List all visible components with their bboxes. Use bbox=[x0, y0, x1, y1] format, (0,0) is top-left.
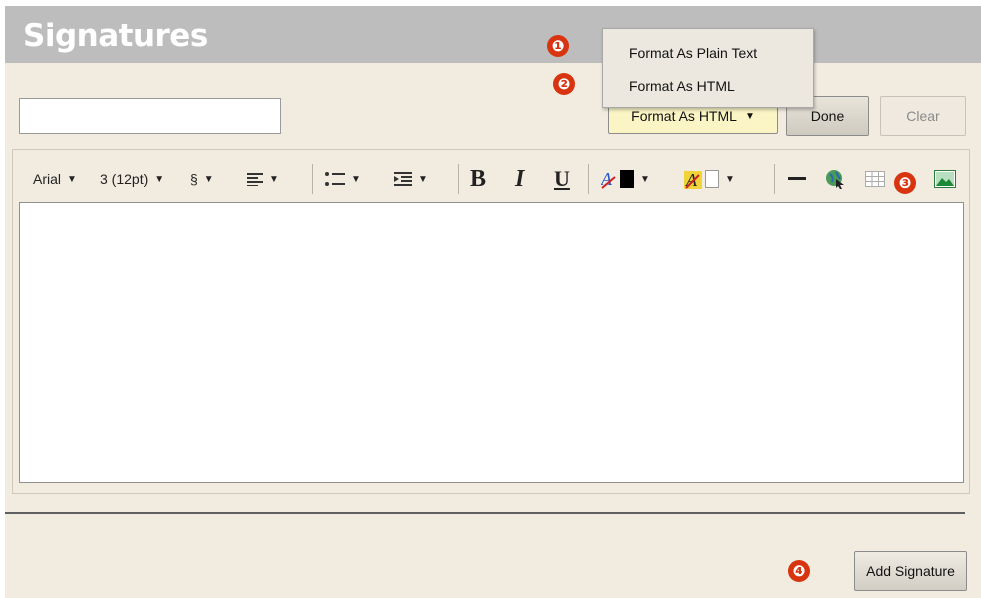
title-bar: Signatures bbox=[5, 6, 981, 63]
bold-button[interactable]: B bbox=[470, 160, 486, 198]
alignment-select[interactable]: ▼ bbox=[247, 160, 279, 198]
font-size-label: 3 (12pt) bbox=[100, 171, 149, 187]
insert-table-icon bbox=[865, 171, 885, 187]
highlight-color-swatch bbox=[705, 170, 719, 188]
underline-button[interactable]: U bbox=[554, 160, 570, 198]
font-family-label: Arial bbox=[33, 171, 62, 187]
divider bbox=[5, 512, 965, 514]
italic-button[interactable]: I bbox=[515, 160, 524, 198]
text-color-swatch bbox=[620, 170, 634, 188]
menu-item-plain-text[interactable]: Format As Plain Text bbox=[629, 45, 757, 61]
formatting-toolbar: Arial ▼ 3 (12pt) ▼ § ▼ ▼ ▼ ▼ B I U A ▼ A… bbox=[20, 160, 970, 198]
menu-item-html[interactable]: Format As HTML bbox=[629, 78, 735, 94]
caret-down-icon: ▼ bbox=[640, 173, 650, 185]
bullet-list-icon bbox=[325, 172, 345, 186]
toolbar-separator bbox=[588, 164, 589, 194]
caret-down-icon: ▼ bbox=[154, 173, 165, 185]
font-family-select[interactable]: Arial ▼ bbox=[33, 160, 77, 198]
toolbar-separator bbox=[774, 164, 775, 194]
indent-icon bbox=[394, 172, 412, 186]
text-color-select[interactable]: A ▼ bbox=[601, 160, 650, 198]
caret-down-icon: ▼ bbox=[725, 173, 735, 185]
insert-link-icon bbox=[826, 170, 844, 189]
signature-editor[interactable] bbox=[19, 202, 964, 483]
toolbar-separator bbox=[312, 164, 313, 194]
format-button-label: Format As HTML bbox=[631, 108, 737, 124]
indent-select[interactable]: ▼ bbox=[394, 160, 428, 198]
font-size-select[interactable]: 3 (12pt) ▼ bbox=[100, 160, 164, 198]
caret-down-icon: ▼ bbox=[418, 173, 428, 185]
horizontal-rule-button[interactable] bbox=[788, 160, 806, 198]
insert-table-button[interactable] bbox=[865, 160, 885, 198]
callout-marker-1: ❶ bbox=[547, 35, 569, 57]
add-signature-button[interactable]: Add Signature bbox=[854, 551, 967, 591]
signature-name-input[interactable] bbox=[19, 98, 281, 134]
insert-image-icon bbox=[934, 170, 956, 188]
toolbar-separator bbox=[458, 164, 459, 194]
clear-button[interactable]: Clear bbox=[880, 96, 966, 136]
list-select[interactable]: ▼ bbox=[325, 160, 361, 198]
callout-marker-2: ❷ bbox=[553, 73, 575, 95]
caret-down-icon: ▼ bbox=[203, 173, 214, 185]
callout-marker-3: ❸ bbox=[894, 172, 916, 194]
align-left-icon bbox=[247, 173, 263, 186]
highlight-color-select[interactable]: A ▼ bbox=[684, 160, 735, 198]
insert-link-button[interactable] bbox=[825, 160, 845, 198]
caret-down-icon: ▼ bbox=[67, 173, 77, 185]
horizontal-rule-icon bbox=[788, 177, 806, 180]
paragraph-style-label: § bbox=[190, 171, 198, 187]
insert-image-button[interactable] bbox=[934, 160, 956, 198]
highlight-color-icon: A bbox=[684, 170, 702, 189]
format-menu: Format As Plain Text Format As HTML bbox=[602, 28, 814, 108]
panel-title: Signatures bbox=[23, 18, 208, 54]
caret-down-icon: ▼ bbox=[351, 173, 361, 185]
caret-down-icon: ▼ bbox=[744, 110, 755, 122]
callout-marker-4: ❹ bbox=[788, 560, 810, 582]
paragraph-style-select[interactable]: § ▼ bbox=[190, 160, 214, 198]
caret-down-icon: ▼ bbox=[269, 173, 279, 185]
text-color-icon: A bbox=[601, 169, 616, 189]
